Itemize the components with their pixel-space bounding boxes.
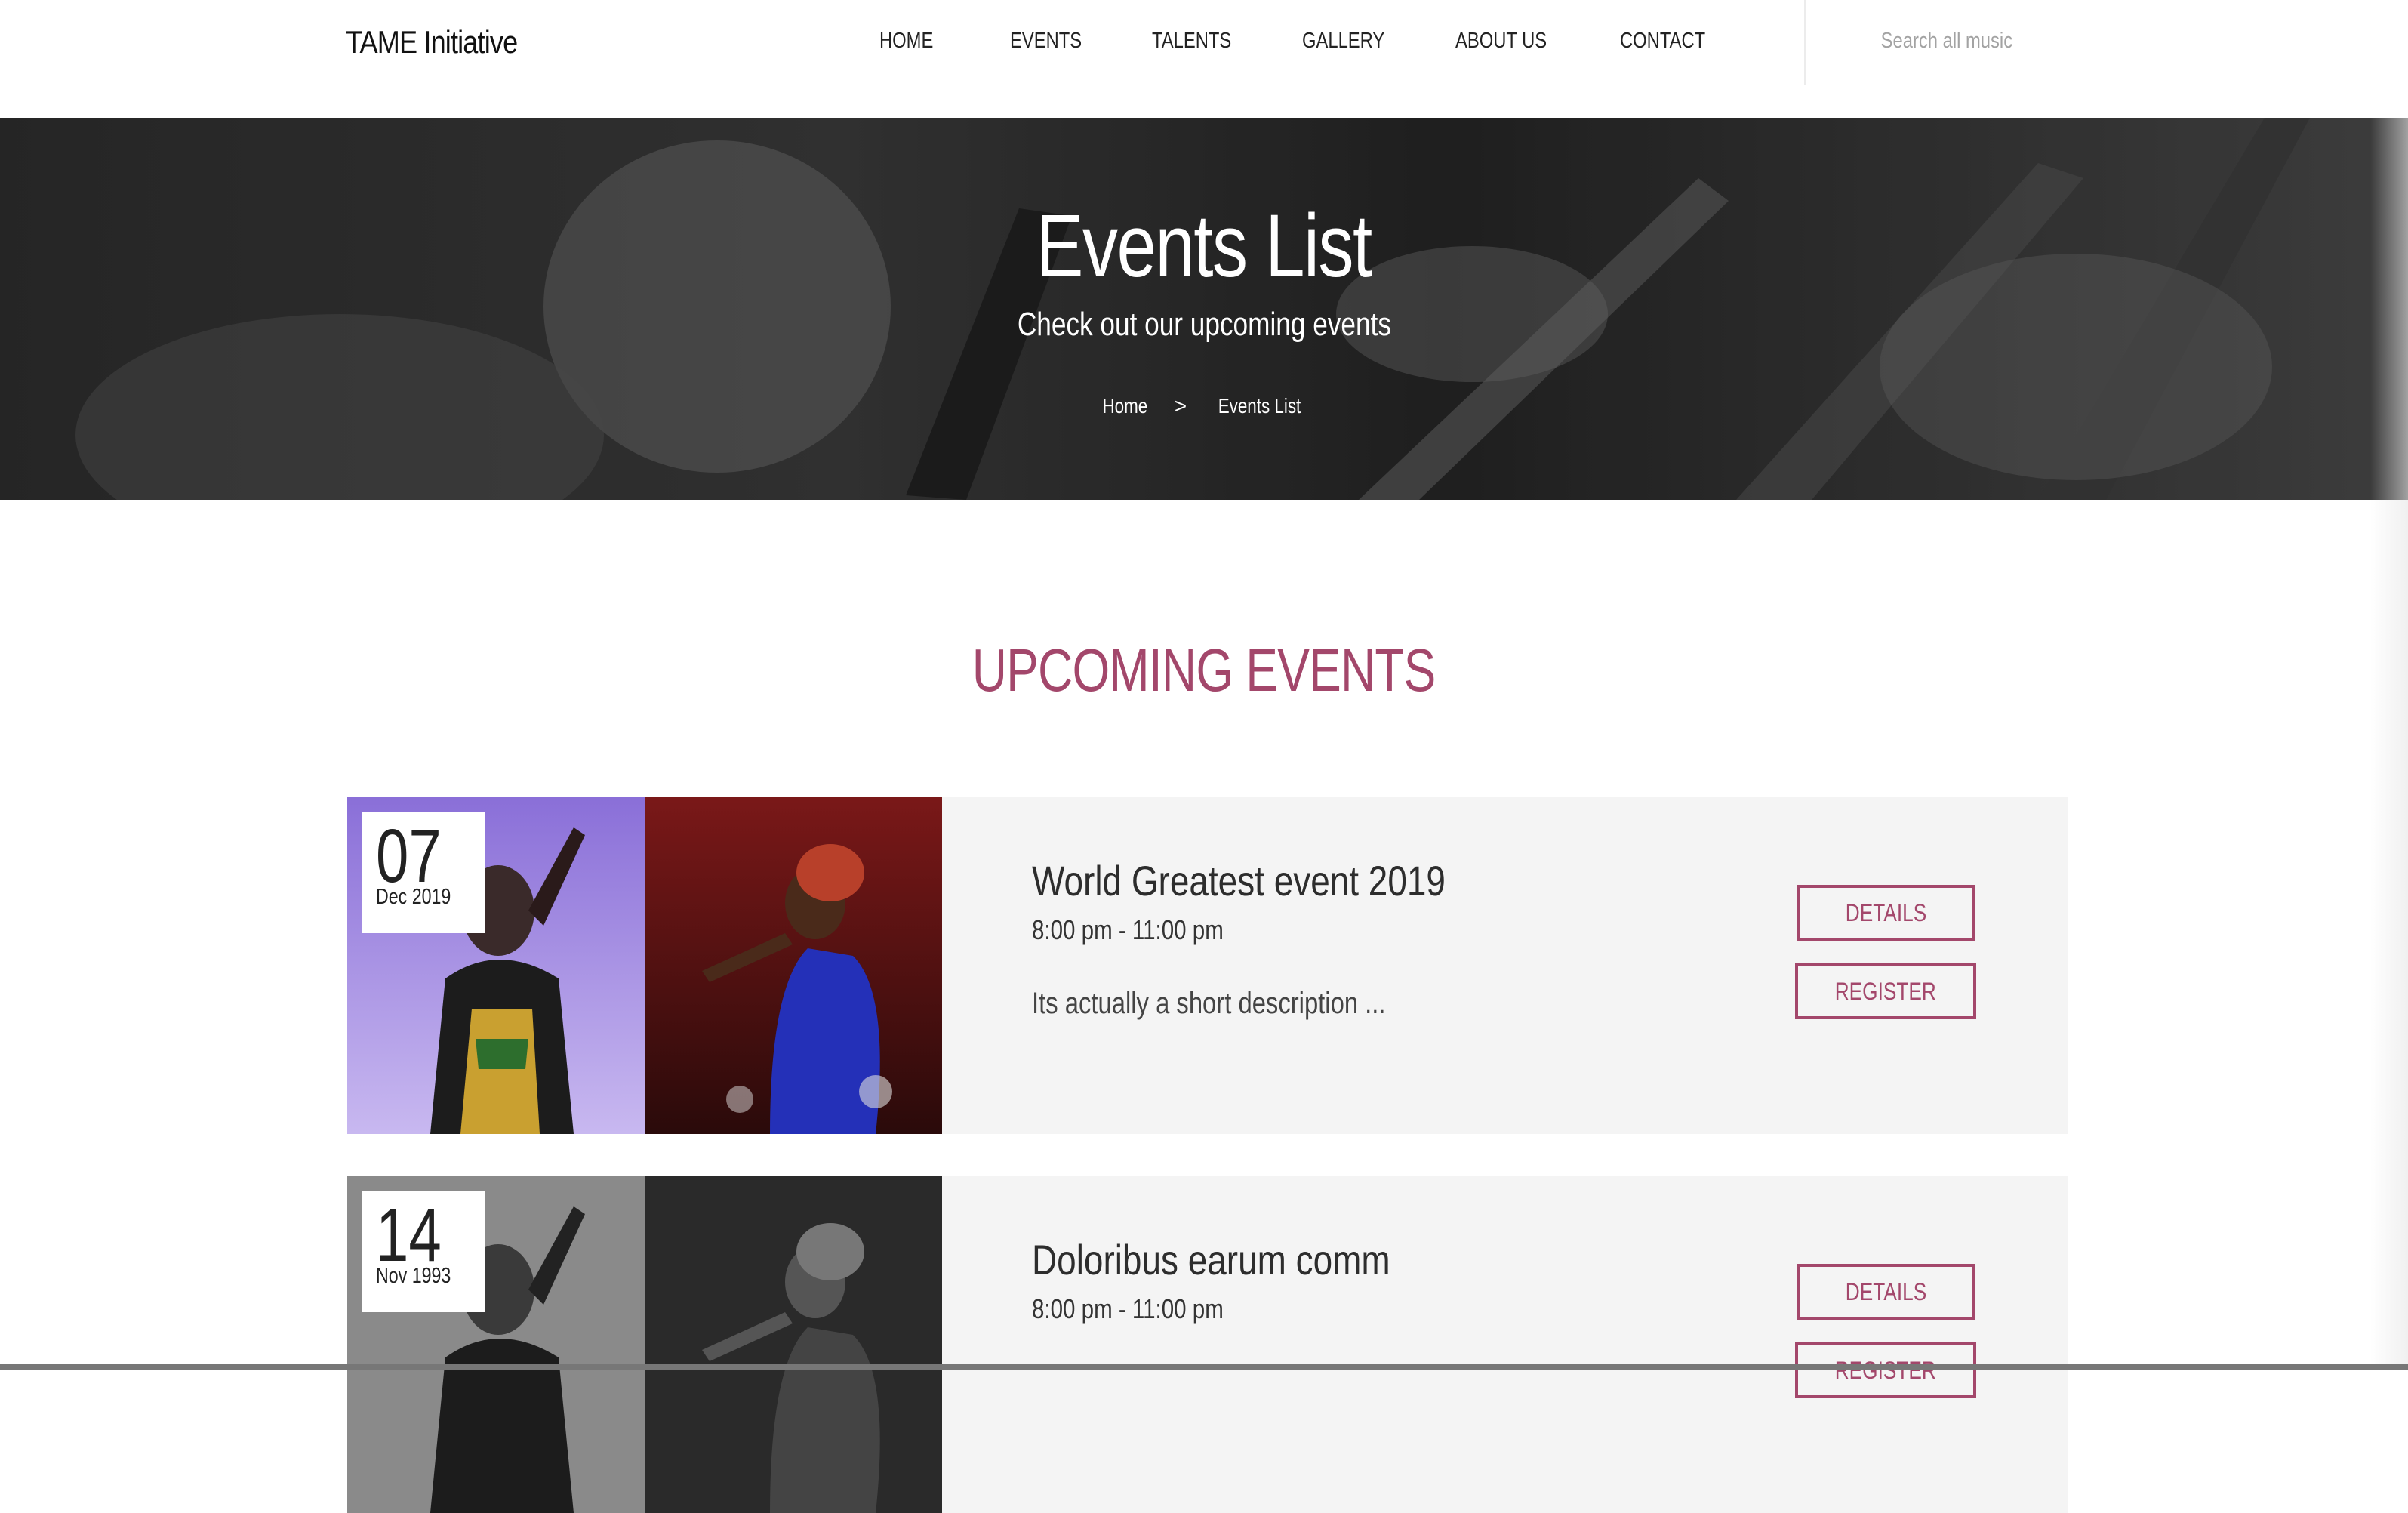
register-button-label: REGISTER — [1834, 1356, 1937, 1384]
event-card: 14 Nov 1993 Doloribus earum comm 8:00 pm… — [347, 1176, 2068, 1513]
nav-item-talents[interactable]: TALENTS — [1152, 26, 1231, 56]
event-image[interactable]: 07 Dec 2019 — [347, 797, 942, 1134]
register-button[interactable]: REGISTER — [1795, 963, 1976, 1019]
page-title: Events List — [0, 197, 2408, 295]
register-button-label: REGISTER — [1834, 977, 1937, 1005]
event-month-year: Nov 1993 — [376, 1264, 451, 1288]
register-button[interactable]: REGISTER — [1795, 1342, 1976, 1398]
details-button[interactable]: DETAILS — [1797, 1264, 1975, 1320]
page-subtitle: Check out our upcoming events — [0, 304, 2408, 346]
details-button-label: DETAILS — [1845, 898, 1926, 926]
event-description: Its actually a short description ... — [1032, 987, 1386, 1020]
event-month-year: Dec 2019 — [376, 885, 451, 909]
nav-item-about-us[interactable]: ABOUT US — [1455, 26, 1547, 56]
search-input[interactable] — [1880, 23, 2068, 59]
breadcrumb-current: Events List — [1218, 394, 1301, 418]
breadcrumb: Home > Events List — [0, 393, 2408, 420]
details-button-label: DETAILS — [1845, 1277, 1926, 1305]
scrollbar-edge — [2370, 118, 2408, 1364]
details-button[interactable]: DETAILS — [1797, 885, 1975, 941]
section-title-text: UPCOMING EVENTS — [972, 636, 1436, 704]
event-day: 14 — [376, 1193, 442, 1277]
page-title-text: Events List — [1036, 196, 1373, 296]
date-badge: 07 Dec 2019 — [362, 812, 485, 933]
event-time: 8:00 pm - 11:00 pm — [1032, 1293, 1224, 1324]
nav-item-gallery[interactable]: GALLERY — [1302, 26, 1384, 56]
page-subtitle-text: Check out our upcoming events — [1017, 306, 1391, 343]
event-time: 8:00 pm - 11:00 pm — [1032, 914, 1224, 945]
nav-item-events[interactable]: EVENTS — [1010, 26, 1082, 56]
event-title[interactable]: Doloribus earum comm — [1032, 1234, 1390, 1287]
window-bottom-edge — [0, 1364, 2408, 1370]
date-badge: 14 Nov 1993 — [362, 1191, 485, 1312]
chevron-right-icon: > — [1174, 394, 1187, 418]
site-header: TAME Initiative HOME EVENTS TALENTS GALL… — [0, 0, 2408, 118]
event-image[interactable]: 14 Nov 1993 — [347, 1176, 942, 1513]
event-title[interactable]: World Greatest event 2019 — [1032, 855, 1446, 907]
section-title: UPCOMING EVENTS — [0, 633, 2408, 708]
nav-item-home[interactable]: HOME — [879, 26, 933, 56]
event-day: 07 — [376, 814, 442, 898]
event-card: 07 Dec 2019 World Greatest event 2019 8:… — [347, 797, 2068, 1134]
page-hero: Events List Check out our upcoming event… — [0, 118, 2408, 500]
site-logo[interactable]: TAME Initiative — [346, 20, 518, 65]
header-divider — [1804, 0, 1806, 85]
breadcrumb-home-link[interactable]: Home — [1103, 393, 1148, 420]
nav-item-contact[interactable]: CONTACT — [1620, 26, 1705, 56]
